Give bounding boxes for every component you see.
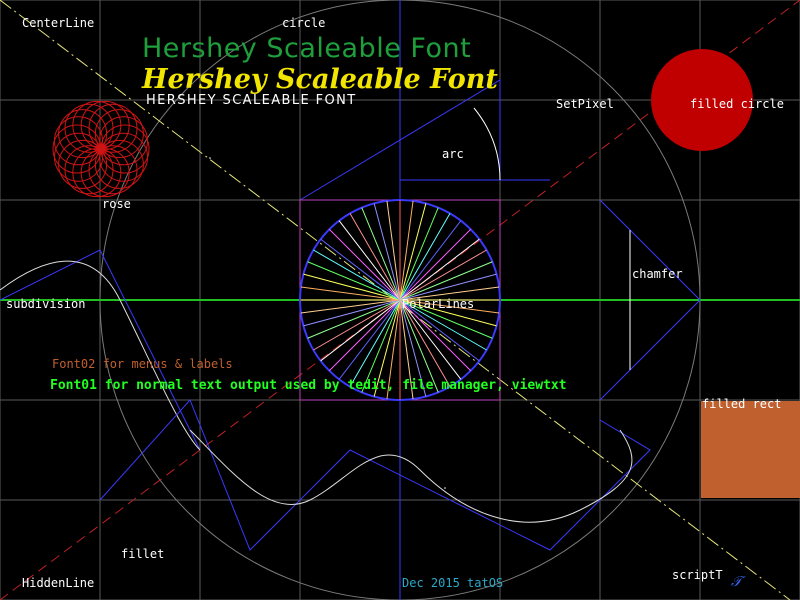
label-scriptt: scriptT [672,568,723,582]
label-centerline: CenterLine [22,16,94,30]
label-polarlines: PolarLines [402,297,474,311]
label-arc: arc [442,147,464,161]
polar-line [399,299,451,387]
rose-curve [52,100,150,198]
label-hiddenline: HiddenLine [22,576,94,590]
graphics-demo-canvas: Hershey Scaleable Font Hershey Scaleable… [0,0,800,600]
polar-line [349,213,401,301]
label-rose: rose [102,197,131,211]
polar-line [328,228,401,301]
label-subdivision: subdivision [6,297,85,311]
fillet-control-polygon [99,399,651,551]
arc-curve [473,107,501,181]
polar-line [303,273,401,301]
polar-line [399,203,427,301]
hershey-caps-title: HERSHEY SCALEABLE FONT [146,93,357,108]
filled-rect-shape [701,401,800,498]
label-fillet: fillet [121,547,164,561]
polar-line [399,249,487,301]
polar-line [399,228,472,301]
font01-sample: Font01 for normal text output used by te… [50,378,567,393]
footer-credit: Dec 2015 tatOS [402,576,503,590]
polar-line [349,299,401,387]
polar-line [328,299,401,372]
script-t-icon: 𝒯 [731,574,746,590]
hershey-gothic-title: Hershey Scaleable Font [141,64,498,95]
label-circle: circle [282,16,325,30]
setpixel-dot [209,157,211,159]
label-filled-rect: filled rect [702,397,781,411]
polar-line [303,299,401,327]
fillet-curve [189,429,633,523]
polar-line [373,203,401,301]
label-chamfer: chamfer [632,267,683,281]
font02-sample: Font02 for menus & labels [52,357,233,371]
label-filled-circle: filled circle [690,97,784,111]
polar-line [313,249,401,301]
polar-line [313,299,401,351]
label-setpixel: SetPixel [556,97,614,111]
hershey-thin-title: Hershey Scaleable Font [142,33,471,64]
polar-line [399,213,451,301]
setpixel-dot [444,487,446,489]
